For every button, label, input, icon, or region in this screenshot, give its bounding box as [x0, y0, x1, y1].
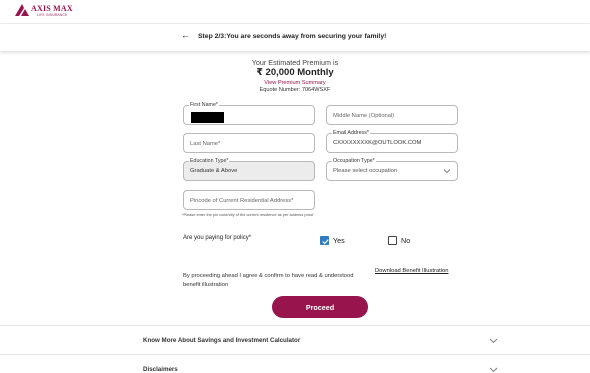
- arrow-left-icon[interactable]: ←: [181, 30, 190, 40]
- last-name-field[interactable]: Last Name*: [183, 133, 315, 153]
- chevron-down-icon: [443, 169, 451, 174]
- email-field[interactable]: Email Address* CXXXXXXXXK@OUTLOOK.COM: [326, 130, 458, 153]
- occupation-placeholder: Please select occupation: [333, 168, 398, 174]
- no-option-label: No: [401, 236, 411, 245]
- first-name-redacted-value: [191, 112, 224, 123]
- middle-name-placeholder: Middle Name (Optional): [333, 113, 395, 119]
- no-checkbox[interactable]: [388, 236, 397, 245]
- equote-number: Equote Number: 7064WSXF: [259, 87, 331, 93]
- occupation-type-label: Occupation Type*: [332, 158, 376, 165]
- proceed-button[interactable]: Proceed: [272, 296, 368, 318]
- consent-text: By proceeding ahead I agree & confirm to…: [183, 273, 354, 288]
- pincode-placeholder: Pincode of Current Residential Address*: [190, 198, 294, 204]
- occupation-type-select[interactable]: Occupation Type* Please select occupatio…: [326, 158, 458, 181]
- accordion-savings-calculator[interactable]: Know More About Savings and Investment C…: [0, 325, 590, 353]
- download-benefit-illustration-link[interactable]: Download Benefit Illustration: [375, 268, 448, 274]
- education-type-field: Education Type* Graduate & Above: [183, 158, 315, 181]
- view-premium-summary-link[interactable]: View Premium Summary: [0, 80, 590, 86]
- first-name-field[interactable]: First Name*: [183, 102, 315, 125]
- paying-for-policy-label: Are you paying for policy*: [183, 235, 252, 241]
- pincode-field[interactable]: Pincode of Current Residential Address*: [183, 190, 315, 210]
- email-value: CXXXXXXXXK@OUTLOOK.COM: [333, 140, 422, 146]
- email-label: Email Address*: [332, 130, 370, 137]
- paying-no-option[interactable]: No: [388, 236, 410, 245]
- yes-checkbox[interactable]: [320, 236, 329, 245]
- middle-name-field[interactable]: Middle Name (Optional): [326, 105, 458, 125]
- premium-label: Your Estimated Premium is: [251, 58, 339, 67]
- brand-logo[interactable]: AXIS MAX LIFE INSURANCE: [15, 4, 73, 17]
- premium-amount: ₹ 20,000 Monthly: [256, 67, 334, 78]
- pincode-note: *Please enter the pin code/city of the c…: [182, 212, 314, 217]
- brand-name: AXIS MAX: [31, 4, 73, 13]
- accordion-disclaimers-title: Disclaimers: [143, 366, 178, 373]
- brand-subtitle: LIFE INSURANCE: [37, 13, 68, 17]
- checkmark-icon: [322, 239, 329, 245]
- paying-yes-option[interactable]: Yes: [320, 236, 345, 245]
- step-title: Step 2/3:You are seconds away from secur…: [198, 33, 387, 40]
- education-type-label: Education Type*: [189, 158, 230, 165]
- first-name-label: First Name*: [189, 102, 219, 109]
- site-header: AXIS MAX LIFE INSURANCE: [0, 0, 590, 24]
- step-bar: ← Step 2/3:You are seconds away from sec…: [0, 24, 590, 51]
- chevron-down-icon: [489, 367, 498, 373]
- logo-mark-icon: [15, 4, 29, 16]
- accordion-disclaimers[interactable]: Disclaimers: [0, 354, 590, 373]
- chevron-down-icon: [489, 338, 498, 344]
- education-type-value: Graduate & Above: [190, 168, 238, 174]
- last-name-placeholder: Last Name*: [190, 141, 221, 147]
- accordion-savings-calculator-title: Know More About Savings and Investment C…: [143, 337, 301, 344]
- yes-option-label: Yes: [333, 236, 345, 245]
